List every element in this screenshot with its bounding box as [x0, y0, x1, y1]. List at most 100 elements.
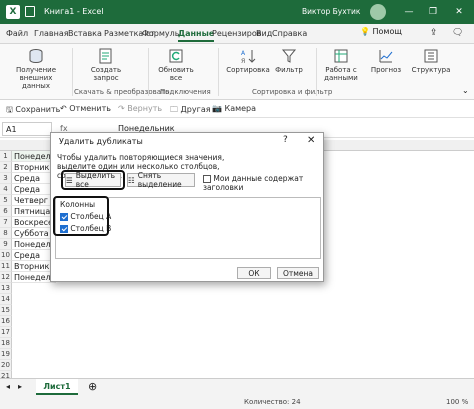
row-header[interactable]: 5 — [0, 195, 12, 206]
autosave-icon[interactable] — [25, 6, 35, 17]
unselect-all-icon: ☷ — [128, 175, 135, 185]
name-box[interactable]: A1 — [2, 122, 52, 136]
excel-logo-icon: X — [6, 5, 20, 19]
row-header[interactable]: 15 — [0, 305, 12, 316]
avatar[interactable] — [370, 4, 386, 20]
separator — [72, 48, 73, 96]
tab-data[interactable]: Данные — [178, 29, 215, 42]
tab-file[interactable]: Файл — [6, 29, 28, 38]
cancel-button[interactable]: Отмена — [277, 267, 319, 279]
close-button[interactable]: ✕ — [452, 5, 466, 19]
row-header[interactable]: 21 — [0, 371, 12, 378]
sort-icon: AЯ — [241, 50, 256, 64]
row-header[interactable]: 4 — [0, 184, 12, 195]
status-bar: Количество: 24 100 % — [0, 396, 474, 409]
save-icon: 🖫 — [6, 105, 13, 114]
data-tools-button[interactable]: Работа с данными — [318, 48, 364, 82]
add-sheet-icon[interactable]: ⊕ — [88, 380, 97, 393]
group-label: Сортировка и фильтр — [252, 88, 333, 96]
tab-insert[interactable]: Вставка — [68, 29, 102, 38]
row-header[interactable]: 13 — [0, 283, 12, 294]
share-icon[interactable]: ⇪ — [430, 28, 438, 38]
search-input[interactable]: 💡 Помощ — [360, 27, 422, 41]
refresh-all-button[interactable]: Обновить все — [154, 48, 198, 82]
undo-icon: ↶ — [60, 104, 67, 113]
prev-sheet-icon[interactable]: ◂ — [6, 382, 10, 391]
other-button[interactable]: 🗀 Другая — [170, 104, 211, 118]
row-header[interactable]: 17 — [0, 327, 12, 338]
create-query-button[interactable]: Создать запрос — [84, 48, 128, 82]
row-header[interactable]: 9 — [0, 239, 12, 250]
forecast-button[interactable]: Прогноз — [368, 48, 404, 74]
row-header[interactable]: 18 — [0, 338, 12, 349]
group-label: Скачать & преобразовать — [74, 88, 170, 96]
row-header[interactable]: 1 — [0, 151, 12, 162]
query-icon — [99, 48, 112, 64]
has-headers-checkbox[interactable]: Мои данные содержат заголовки — [203, 174, 323, 192]
filter-icon — [281, 49, 297, 63]
camera-icon: 📷 — [212, 104, 222, 113]
row-header[interactable]: 2 — [0, 162, 12, 173]
unselect-all-button[interactable]: ☷ Снять выделение — [127, 171, 195, 189]
next-sheet-icon[interactable]: ▸ — [18, 382, 22, 391]
redo-button[interactable]: ↷ Вернуть — [118, 104, 162, 113]
highlight-frame — [53, 196, 109, 236]
restore-button[interactable]: ❐ — [426, 5, 440, 19]
folder-icon: 🗀 — [170, 105, 178, 114]
get-data-button[interactable]: Получение внешних данных — [6, 48, 66, 90]
row-header[interactable]: 19 — [0, 349, 12, 360]
separator — [316, 48, 317, 96]
separator — [148, 48, 149, 96]
outline-icon — [424, 49, 438, 63]
separator — [218, 48, 219, 96]
sheet-tab[interactable]: Лист1 — [36, 379, 78, 395]
row-header[interactable]: 3 — [0, 173, 12, 184]
sheet-bar: ◂ ▸ Лист1 ⊕ — [0, 378, 474, 396]
refresh-icon — [169, 49, 183, 63]
group-label: Подключения — [160, 88, 211, 96]
row-header[interactable]: 12 — [0, 272, 12, 283]
highlight-frame — [61, 170, 125, 190]
tab-help[interactable]: Справка — [272, 29, 307, 38]
sort-button[interactable]: AЯ Сортировка — [226, 48, 270, 74]
database-icon — [29, 49, 43, 64]
ok-button[interactable]: ОК — [237, 267, 271, 279]
data-tools-icon — [334, 49, 348, 63]
user-name: Виктор Бухтик — [302, 7, 361, 16]
structure-button[interactable]: Структура — [408, 48, 454, 74]
row-header[interactable]: 11 — [0, 261, 12, 272]
row-header[interactable]: 10 — [0, 250, 12, 261]
row-header[interactable]: 16 — [0, 316, 12, 327]
collapse-ribbon-icon[interactable]: ⌄ — [462, 86, 469, 95]
count-status: Количество: 24 — [244, 398, 301, 406]
forecast-icon — [379, 50, 393, 63]
row-header[interactable]: 20 — [0, 360, 12, 371]
tab-review[interactable]: Рецензиров — [212, 29, 261, 38]
row-header[interactable]: 7 — [0, 217, 12, 228]
minimize-button[interactable]: — — [402, 5, 416, 19]
row-header[interactable]: 14 — [0, 294, 12, 305]
row-header[interactable]: 8 — [0, 228, 12, 239]
tab-view[interactable]: Вид — [256, 29, 272, 38]
checkbox[interactable] — [203, 175, 211, 183]
svg-text:A: A — [241, 50, 246, 57]
zoom-level[interactable]: 100 % — [446, 398, 468, 406]
filter-button[interactable]: Фильтр — [274, 48, 304, 74]
redo-icon: ↷ — [118, 104, 125, 113]
dialog-close-button[interactable]: ✕ — [307, 135, 315, 146]
dialog-title: Удалить дубликаты — [59, 137, 143, 146]
row-header[interactable]: 6 — [0, 206, 12, 217]
ribbon: Получение внешних данных Создать запрос … — [0, 44, 474, 100]
quick-access-toolbar: 🖫 Сохранить ↶ Отменить ↷ Вернуть 🗀 Друга… — [0, 100, 474, 118]
svg-text:Я: Я — [241, 58, 245, 64]
help-button[interactable]: ? — [283, 135, 288, 145]
undo-button[interactable]: ↶ Отменить — [60, 104, 111, 113]
ribbon-tabs: Файл Главная Вставка Разметка ст Формулы… — [0, 24, 474, 44]
tab-formulas[interactable]: Формулы — [142, 29, 181, 38]
comments-icon[interactable]: 🗨 — [452, 28, 463, 38]
lightbulb-icon: 💡 — [360, 27, 370, 36]
camera-button[interactable]: 📷 Камера — [212, 104, 256, 113]
window-title: Книга1 - Excel — [44, 7, 104, 16]
save-button[interactable]: 🖫 Сохранить — [6, 104, 60, 118]
tab-home[interactable]: Главная — [34, 29, 69, 38]
